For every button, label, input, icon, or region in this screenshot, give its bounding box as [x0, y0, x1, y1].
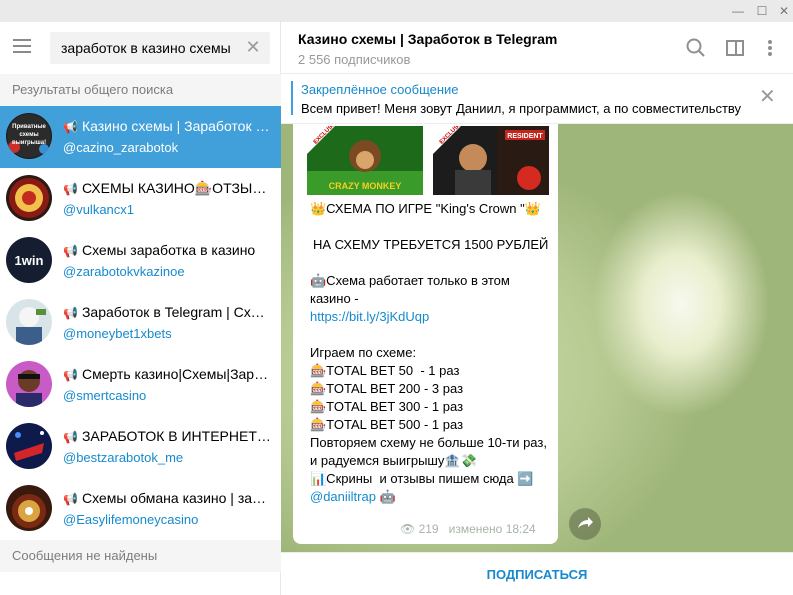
svg-text:RESIDENT: RESIDENT — [507, 133, 543, 140]
close-pinned-icon[interactable]: ✕ — [759, 86, 776, 108]
close-icon[interactable]: ✕ — [771, 0, 793, 22]
megaphone-icon: 📢 — [63, 120, 78, 134]
chat-header[interactable]: Казино схемы | Заработок в Telegram 2 55… — [281, 22, 793, 74]
avatar — [6, 299, 52, 345]
message-text: 👑СХЕМА ПО ИГРЕ "King's Crown "👑 НА СХЕМУ … — [310, 201, 551, 504]
subscribe-button[interactable]: ПОДПИСАТЬСЯ — [281, 553, 793, 595]
search-icon[interactable] — [685, 37, 707, 59]
left-header: ✕ — [0, 22, 281, 74]
megaphone-icon: 📢 — [63, 492, 78, 506]
svg-text:схемы: схемы — [19, 132, 38, 138]
result-handle: @vulkancx1 — [63, 202, 135, 217]
search-input[interactable] — [61, 32, 241, 64]
game-preview-image[interactable]: EXCLUSIVE RESIDENT — [433, 126, 549, 195]
clear-search-icon[interactable]: ✕ — [244, 38, 262, 56]
result-title: 📢 СХЕМЫ КАЗИНО🎰ОТЗЫВЫ — [63, 180, 271, 196]
megaphone-icon: 📢 — [63, 182, 78, 196]
result-title: 📢ЗАРАБОТОК В ИНТЕРНЕТЕ. СХЕМЫ — [63, 428, 271, 444]
sidebar-toggle-icon[interactable] — [724, 37, 746, 59]
section-messages-not-found: Сообщения не найдены — [0, 540, 281, 572]
avatar: 1win — [6, 237, 52, 283]
result-item[interactable]: 📢Схемы обмана казино | заработок @Easyli… — [0, 478, 281, 540]
pinned-message[interactable]: Закреплённое сообщение Всем привет! Меня… — [281, 74, 793, 124]
result-handle: @bestzarabotok_me — [63, 450, 184, 465]
search-results: Приватные схемы выигрыша! 📢 Казино схемы … — [0, 106, 281, 540]
avatar — [6, 361, 52, 407]
svg-text:выигрыша!: выигрыша! — [12, 140, 46, 146]
section-global-results: Результаты общего поиска — [0, 74, 281, 106]
pinned-accent-bar — [291, 81, 293, 115]
window-titlebar: — ☐ ✕ — [0, 0, 793, 22]
result-title: 📢Смерть казино|Схемы|Заработок — [63, 366, 271, 382]
result-title: 📢Схемы обмана казино | заработок — [63, 490, 271, 506]
casino-link[interactable]: https://bit.ly/3jKdUqp — [310, 308, 550, 326]
views-icon: 👁 — [400, 522, 416, 536]
svg-text:1win: 1win — [15, 253, 44, 268]
svg-text:CRAZY MONKEY: CRAZY MONKEY — [329, 181, 402, 191]
svg-text:Приватные: Приватные — [12, 124, 46, 130]
result-handle: @Easylifemoneycasino — [63, 512, 199, 527]
contact-link[interactable]: @daniiltrap 🤖 — [310, 489, 396, 504]
megaphone-icon: 📢 — [63, 306, 78, 320]
avatar — [6, 423, 52, 469]
share-icon[interactable] — [569, 508, 601, 540]
result-item[interactable]: Приватные схемы выигрыша! 📢 Казино схемы … — [0, 106, 281, 168]
result-item[interactable]: 📢 СХЕМЫ КАЗИНО🎰ОТЗЫВЫ @vulkancx1 — [0, 168, 281, 230]
result-item[interactable]: 📢Смерть казино|Схемы|Заработок @smertcas… — [0, 354, 281, 416]
result-handle: @smertcasino — [63, 388, 147, 403]
avatar — [6, 175, 52, 221]
more-options-icon[interactable] — [759, 37, 781, 59]
avatar — [6, 485, 52, 531]
game-preview-image[interactable]: EXCLUSIVE CRAZY MONKEY — [307, 126, 423, 195]
minimize-icon[interactable]: — — [725, 0, 751, 22]
result-title: 📢 Заработок в Telegram | Схемы — [63, 304, 271, 320]
megaphone-icon: 📢 — [63, 368, 78, 382]
chat-background: EXCLUSIVE CRAZY MONKEY EXCLUSIVE RESIDEN… — [281, 124, 793, 552]
result-title: 📢Казино схемы | Заработок в Telegram — [63, 118, 271, 134]
left-panel: ✕ Результаты общего поиска Приватные схе… — [0, 22, 281, 595]
chat-title: Казино схемы | Заработок в Telegram — [298, 31, 558, 47]
search-box[interactable]: ✕ — [50, 32, 270, 64]
chat-panel: Казино схемы | Заработок в Telegram 2 55… — [281, 22, 793, 595]
message-bubble: EXCLUSIVE CRAZY MONKEY EXCLUSIVE RESIDEN… — [293, 124, 558, 544]
view-count: 219 — [418, 522, 439, 536]
result-title: 📢 Схемы заработка в казино — [63, 242, 256, 258]
message-meta: 👁 219 изменено 18:24 — [400, 522, 536, 536]
pinned-title: Закреплённое сообщение — [301, 82, 459, 97]
result-item[interactable]: 1win 📢 Схемы заработка в казино @zaraboto… — [0, 230, 281, 292]
result-item[interactable]: 📢 Заработок в Telegram | Схемы @moneybet1… — [0, 292, 281, 354]
avatar: Приватные схемы выигрыша! — [6, 113, 52, 159]
subscribe-bar: ПОДПИСАТЬСЯ — [281, 552, 793, 595]
megaphone-icon: 📢 — [63, 244, 78, 258]
result-handle: @cazino_zarabotok — [63, 140, 179, 155]
result-handle: @zarabotokvkazinoe — [63, 264, 185, 279]
result-handle: @moneybet1xbets — [63, 326, 172, 341]
megaphone-icon: 📢 — [63, 430, 78, 444]
subscriber-count: 2 556 подписчиков — [298, 52, 411, 67]
result-item[interactable]: 📢ЗАРАБОТОК В ИНТЕРНЕТЕ. СХЕМЫ @bestzarab… — [0, 416, 281, 478]
menu-icon[interactable] — [13, 39, 31, 53]
edited-time: изменено 18:24 — [448, 522, 536, 536]
pinned-text: Всем привет! Меня зовут Даниил, я програ… — [301, 101, 741, 116]
